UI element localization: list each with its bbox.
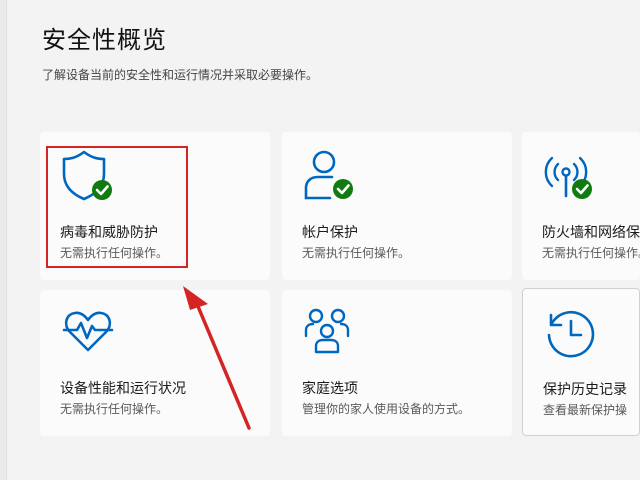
annotation-arrow — [183, 286, 251, 430]
